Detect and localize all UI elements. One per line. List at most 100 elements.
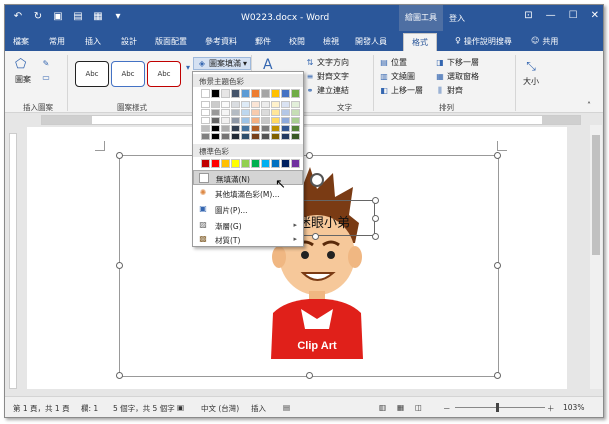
theme-color-swatch[interactable]: [281, 89, 290, 98]
theme-color-swatch[interactable]: [291, 89, 300, 98]
resize-handle[interactable]: [312, 233, 319, 240]
theme-color-swatch[interactable]: [201, 117, 210, 124]
standard-color-swatch[interactable]: [211, 159, 220, 168]
picture-fill-option[interactable]: ▣ 圖片(P)...: [193, 202, 303, 217]
tab-references[interactable]: 參考資料: [205, 36, 237, 47]
resize-handle[interactable]: [372, 233, 379, 240]
size-button[interactable]: ⤡ 大小: [523, 59, 539, 87]
web-layout-icon[interactable]: ◫: [415, 403, 422, 412]
resize-handle-mr[interactable]: [494, 262, 501, 269]
login-link[interactable]: 登入: [449, 13, 465, 24]
theme-color-swatch[interactable]: [261, 133, 270, 140]
theme-color-swatch[interactable]: [291, 117, 300, 124]
text-direction-button[interactable]: ⇅ 文字方向: [305, 57, 349, 68]
tab-design[interactable]: 設計: [121, 36, 137, 47]
theme-color-swatch[interactable]: [261, 117, 270, 124]
theme-color-swatch[interactable]: [211, 117, 220, 124]
resize-handle-bc[interactable]: [306, 372, 313, 379]
texture-fill-option[interactable]: ▩ 材質(T) ▸: [193, 232, 303, 247]
save-icon[interactable]: ▣: [51, 11, 65, 22]
wrap-text-button[interactable]: ▥ 文繞圖: [379, 71, 415, 82]
theme-color-swatch[interactable]: [221, 109, 230, 116]
theme-color-swatch[interactable]: [281, 133, 290, 140]
more-fill-colors-option[interactable]: ✺ 其他填滿色彩(M)...: [193, 186, 303, 201]
tab-insert[interactable]: 插入: [85, 36, 101, 47]
language[interactable]: 中文 (台灣): [201, 403, 239, 414]
position-button[interactable]: ▤ 位置: [379, 57, 407, 68]
shape-style-3[interactable]: Abc: [147, 61, 181, 87]
close-icon[interactable]: ✕: [591, 10, 599, 21]
ribbon-display-icon[interactable]: ⊡: [524, 10, 532, 21]
theme-color-swatch[interactable]: [211, 133, 220, 140]
shape-style-1[interactable]: Abc: [75, 61, 109, 87]
theme-color-swatch[interactable]: [281, 117, 290, 124]
standard-color-swatch[interactable]: [241, 159, 250, 168]
draw-textbox-icon[interactable]: ▭: [41, 73, 51, 83]
resize-handle-tr[interactable]: [494, 152, 501, 159]
page-count[interactable]: 第 1 頁，共 1 頁: [13, 403, 70, 414]
standard-color-swatch[interactable]: [221, 159, 230, 168]
zoom-out-button[interactable]: －: [443, 403, 451, 414]
selection-pane-button[interactable]: ▦ 選取窗格: [435, 71, 479, 82]
theme-color-swatch[interactable]: [251, 117, 260, 124]
theme-color-swatch[interactable]: [271, 125, 280, 132]
theme-color-swatch[interactable]: [251, 101, 260, 108]
standard-color-swatch[interactable]: [271, 159, 280, 168]
theme-color-swatch[interactable]: [251, 109, 260, 116]
zoom-level[interactable]: 103%: [563, 403, 584, 412]
resize-handle-ml[interactable]: [116, 262, 123, 269]
theme-color-swatch[interactable]: [241, 125, 250, 132]
zoom-in-button[interactable]: ＋: [547, 403, 555, 414]
resize-handle[interactable]: [372, 215, 379, 222]
shape-fill-button[interactable]: ◈ 圖案填滿 ▾: [193, 57, 252, 70]
theme-color-swatch[interactable]: [201, 125, 210, 132]
customize-qat-icon[interactable]: ▾: [111, 11, 125, 22]
standard-color-swatch[interactable]: [251, 159, 260, 168]
theme-color-swatch[interactable]: [241, 109, 250, 116]
insert-mode[interactable]: 插入: [251, 403, 266, 414]
zoom-slider-thumb[interactable]: [496, 403, 499, 412]
standard-color-swatch[interactable]: [201, 159, 210, 168]
tab-review[interactable]: 校閱: [289, 36, 305, 47]
theme-color-swatch[interactable]: [281, 101, 290, 108]
theme-color-swatch[interactable]: [201, 101, 210, 108]
theme-color-swatch[interactable]: [221, 133, 230, 140]
theme-color-swatch[interactable]: [231, 89, 240, 98]
tab-file[interactable]: 檔案: [13, 36, 29, 47]
theme-color-swatch[interactable]: [241, 89, 250, 98]
gradient-fill-option[interactable]: ▨ 漸層(G) ▸: [193, 218, 303, 233]
theme-color-swatch[interactable]: [261, 101, 270, 108]
theme-color-swatch[interactable]: [211, 89, 220, 98]
theme-color-swatch[interactable]: [291, 133, 300, 140]
theme-color-swatch[interactable]: [281, 125, 290, 132]
theme-color-swatch[interactable]: [221, 125, 230, 132]
tell-me-search[interactable]: ♀ 操作說明搜尋: [455, 36, 512, 47]
theme-color-swatch[interactable]: [231, 117, 240, 124]
vertical-ruler[interactable]: [9, 133, 17, 389]
share-button[interactable]: ☺ 共用: [531, 36, 558, 47]
zoom-slider[interactable]: [455, 407, 545, 408]
resize-handle-tl[interactable]: [116, 152, 123, 159]
tab-layout[interactable]: 版面配置: [155, 36, 187, 47]
standard-color-swatch[interactable]: [291, 159, 300, 168]
theme-color-swatch[interactable]: [291, 109, 300, 116]
theme-color-swatch[interactable]: [201, 89, 210, 98]
shape-selection-frame[interactable]: [116, 152, 501, 379]
theme-color-swatch[interactable]: [231, 101, 240, 108]
horizontal-ruler[interactable]: [41, 115, 581, 125]
vertical-scrollbar[interactable]: [590, 125, 602, 389]
scroll-thumb[interactable]: [592, 135, 600, 255]
align-button[interactable]: ⫼ 對齊: [435, 85, 463, 96]
theme-color-swatch[interactable]: [261, 89, 270, 98]
edit-shape-icon[interactable]: ✎: [41, 59, 51, 69]
rotate-handle-icon[interactable]: [310, 173, 324, 187]
theme-color-swatch[interactable]: [221, 117, 230, 124]
standard-color-swatch[interactable]: [261, 159, 270, 168]
theme-color-swatch[interactable]: [261, 125, 270, 132]
theme-color-swatch[interactable]: [271, 89, 280, 98]
theme-color-swatch[interactable]: [231, 133, 240, 140]
theme-color-swatch[interactable]: [241, 133, 250, 140]
resize-handle-bl[interactable]: [116, 372, 123, 379]
send-backward-button[interactable]: ◨ 下移一層: [435, 57, 479, 68]
theme-color-swatch[interactable]: [231, 125, 240, 132]
